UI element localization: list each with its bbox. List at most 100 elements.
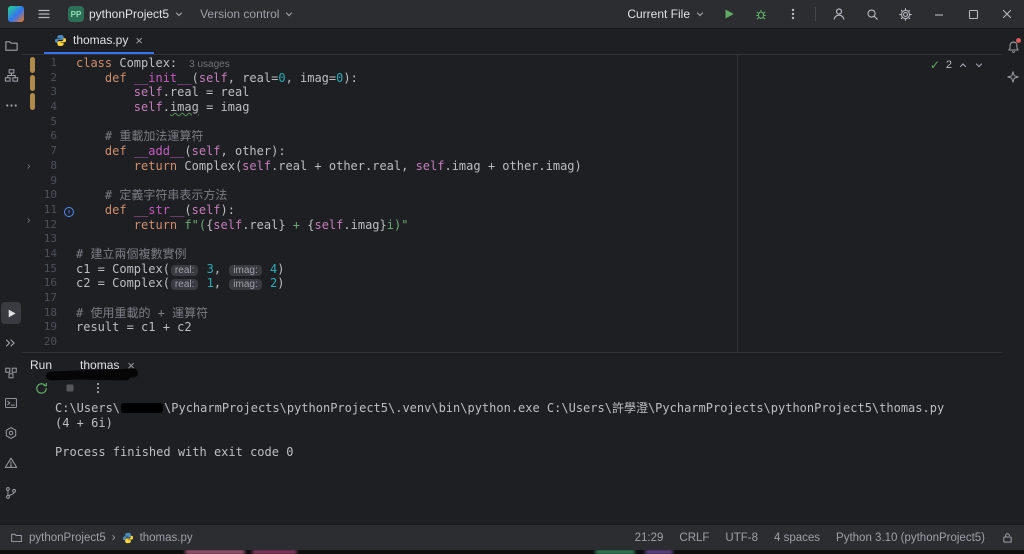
line-number[interactable]: 1	[22, 56, 64, 71]
settings-button[interactable]	[889, 0, 922, 28]
code-line[interactable]: 4 self.imag = imag	[22, 100, 1002, 115]
status-item[interactable]: CRLF	[679, 532, 709, 544]
debug-button[interactable]	[745, 0, 777, 28]
code-line[interactable]: 9	[22, 174, 1002, 189]
code-line[interactable]: 12 return f"({self.real} + {self.imag}i)…	[22, 218, 1002, 233]
editor-lines[interactable]: 1 class Complex: 3 usages 2 def __init__(se…	[22, 56, 1002, 350]
gutter	[64, 247, 76, 262]
code-line[interactable]: 19 result = c1 + c2	[22, 320, 1002, 335]
structure-toolwindow-button[interactable]	[1, 64, 21, 86]
code-line[interactable]: 2 def __init__(self, real=0, imag=0):	[22, 71, 1002, 86]
status-item[interactable]: 21:29	[635, 532, 664, 544]
ai-assistant-button[interactable]	[1003, 66, 1023, 88]
line-number[interactable]: 18	[22, 306, 64, 321]
code-line[interactable]: 7 def __add__(self, other):	[22, 144, 1002, 159]
line-number[interactable]: 8	[22, 159, 64, 174]
services-toolwindow-button[interactable]	[1, 422, 21, 444]
run-more-options-button[interactable]	[91, 381, 105, 395]
code-token: self	[198, 70, 228, 85]
code-token: # 重載加法運算符	[104, 129, 204, 144]
inspections-widget[interactable]: ✓ 2	[930, 58, 984, 72]
search-everywhere-button[interactable]	[856, 0, 889, 28]
line-number[interactable]: 17	[22, 291, 64, 306]
run-configuration-selector[interactable]: Current File	[619, 0, 713, 28]
version-control-toolwindow-button[interactable]	[1, 482, 21, 504]
minimize-button[interactable]	[922, 0, 956, 28]
run-button[interactable]	[713, 0, 745, 28]
maximize-button[interactable]	[956, 0, 990, 28]
main-menu-button[interactable]	[28, 0, 60, 28]
hamburger-menu-icon	[37, 7, 51, 21]
line-number[interactable]: 13	[22, 232, 64, 247]
code-line[interactable]: 18 # 使用重載的 + 運算符	[22, 306, 1002, 321]
line-number[interactable]: 9	[22, 174, 64, 189]
line-number[interactable]: 3	[22, 85, 64, 100]
line-number[interactable]: 16	[22, 276, 64, 291]
breadcrumb: pythonProject5 › thomas.py	[10, 531, 193, 544]
project-widget[interactable]: PP pythonProject5	[60, 0, 192, 28]
terminal-toolwindow-button[interactable]	[1, 392, 21, 414]
line-number[interactable]: 14	[22, 247, 64, 262]
line-number[interactable]: 5	[22, 115, 64, 130]
override-method-icon[interactable]: ↑	[64, 206, 74, 217]
close-button[interactable]	[990, 0, 1024, 28]
tab-close-icon[interactable]: ×	[134, 34, 144, 47]
gutter[interactable]: ↑	[64, 203, 76, 218]
breadcrumb-file[interactable]: thomas.py	[140, 532, 193, 544]
code-token: def	[104, 144, 134, 159]
user-account-button[interactable]	[822, 0, 856, 28]
line-number[interactable]: 20	[22, 335, 64, 350]
code-token: Complex:	[119, 56, 178, 70]
line-number[interactable]: 2	[22, 71, 64, 86]
console-output[interactable]: C:\Users\ \PycharmProjects\pythonProject5…	[22, 401, 1002, 524]
code-line[interactable]: 16 c2 = Complex(real: 1, imag: 2)	[22, 276, 1002, 291]
rerun-button[interactable]	[34, 381, 49, 396]
python-packages-toolwindow-button[interactable]	[1, 362, 21, 384]
status-item[interactable]: Python 3.10 (pythonProject5)	[836, 532, 985, 544]
python-console-toolwindow-button[interactable]	[1, 332, 21, 354]
line-number[interactable]: 15	[22, 262, 64, 277]
more-toolwindows-button[interactable]	[1, 94, 21, 116]
code-line[interactable]: 14 # 建立兩個複數實例	[22, 247, 1002, 262]
next-problem-icon[interactable]	[974, 60, 984, 70]
stop-button[interactable]	[63, 381, 77, 395]
previous-problem-icon[interactable]	[958, 60, 968, 70]
code-editor[interactable]: › › 1 class Complex: 3 usages 2 def __init_…	[22, 54, 1002, 352]
status-item[interactable]: 4 spaces	[774, 532, 820, 544]
code-line[interactable]: 3 self.real = real	[22, 85, 1002, 100]
code-line[interactable]: 20	[22, 335, 1002, 350]
line-number[interactable]: 19	[22, 320, 64, 335]
line-number[interactable]: 12	[22, 218, 64, 233]
code-line[interactable]: 17	[22, 291, 1002, 306]
line-number[interactable]: 11	[22, 203, 64, 218]
gutter	[64, 262, 76, 277]
status-item[interactable]: UTF-8	[725, 532, 758, 544]
redacted-username	[121, 403, 164, 413]
code-line[interactable]: 10 # 定義字符串表示方法	[22, 188, 1002, 203]
code-line[interactable]: 8 return Complex(self.real + other.real,…	[22, 159, 1002, 174]
code-line[interactable]: 11 ↑ def __str__(self):	[22, 203, 1002, 218]
problems-toolwindow-button[interactable]	[1, 452, 21, 474]
code-line[interactable]: 6 # 重載加法運算符	[22, 129, 1002, 144]
chevron-down-icon	[284, 9, 294, 19]
gutter	[64, 115, 76, 130]
notifications-button[interactable]	[1003, 36, 1023, 58]
code-line[interactable]: 5	[22, 115, 1002, 130]
more-actions-button[interactable]	[777, 0, 809, 28]
line-number[interactable]: 7	[22, 144, 64, 159]
breadcrumb-project[interactable]: pythonProject5	[29, 532, 106, 544]
code-line[interactable]: 1 class Complex: 3 usages	[22, 56, 1002, 71]
code-line[interactable]: 13	[22, 232, 1002, 247]
line-number[interactable]: 4	[22, 100, 64, 115]
code-line[interactable]: 15 c1 = Complex(real: 3, imag: 4)	[22, 262, 1002, 277]
vcs-widget[interactable]: Version control	[192, 0, 302, 28]
editor-tab-thomas[interactable]: thomas.py ×	[44, 28, 154, 54]
artifact-blob	[252, 550, 297, 554]
code-token: __str__	[133, 202, 185, 217]
line-number[interactable]: 10	[22, 188, 64, 203]
run-toolwindow-button[interactable]	[1, 302, 21, 324]
project-toolwindow-button[interactable]	[1, 34, 21, 56]
readonly-toggle-button[interactable]	[1001, 531, 1014, 544]
line-number[interactable]: 6	[22, 129, 64, 144]
